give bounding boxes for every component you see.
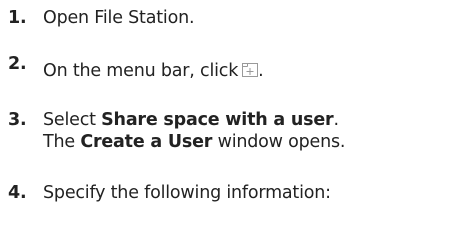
instruction-steps: 1. Open File Station. 2. On the menu bar…: [8, 0, 448, 204]
menu-option-name: Share space with a user: [101, 110, 334, 130]
step-text-after: .: [333, 110, 339, 130]
step-text-before: Select: [43, 110, 102, 130]
window-name: Create a User: [80, 132, 213, 152]
step-line2-before: The: [43, 132, 81, 152]
step-4: 4. Specify the following information:: [8, 182, 448, 204]
step-text-after: .: [258, 61, 264, 81]
step-2: 2. On the menu bar, click .: [8, 54, 448, 81]
create-folder-plus-icon: [242, 63, 259, 77]
step-text-before: On the menu bar, click: [43, 61, 239, 81]
step-line2-after: window opens.: [212, 132, 346, 152]
step-text: Open File Station.: [43, 8, 195, 28]
step-number: 2.: [8, 54, 27, 74]
step-number: 3.: [8, 110, 27, 130]
step-text: Specify the following information:: [43, 183, 331, 203]
step-1: 1. Open File Station.: [8, 7, 448, 29]
step-number: 4.: [8, 183, 27, 203]
step-3: 3. Select Share space with a user. The Cr…: [8, 109, 448, 153]
step-number: 1.: [8, 8, 27, 28]
step-text: Select Share space with a user. The Creat…: [43, 110, 345, 152]
step-text: On the menu bar, click .: [43, 61, 264, 81]
